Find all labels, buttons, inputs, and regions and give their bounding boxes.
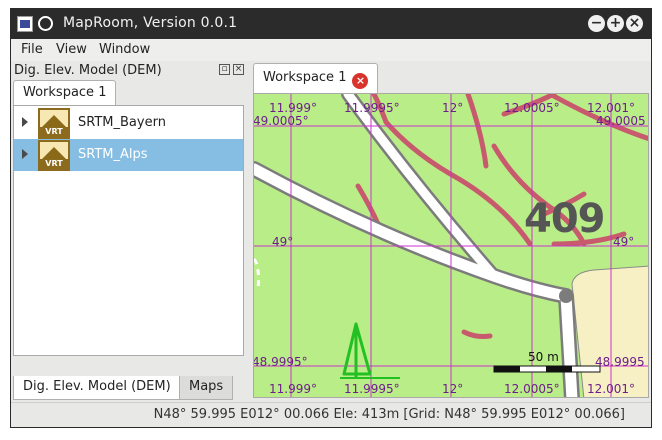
grid-label-right-lat: 49° [613,235,635,249]
window-menu-icon[interactable] [38,16,53,31]
close-window-button[interactable]: × [626,15,643,32]
scale-bar-label: 50 m [528,350,559,364]
layer-tree: VRT SRTM_Bayern VRT SRTM_Alps [13,105,244,356]
grid-label-left-lat: 48.9995° [253,355,308,369]
grid-label-right-lat: 49.0005 [596,114,646,128]
grid-label-bottom-lon: 12° [442,382,464,396]
layer-row-srtm-bayern[interactable]: VRT SRTM_Bayern [14,107,243,139]
dock-float-icon[interactable]: ▫ [219,64,230,75]
grid-label-top-lon: 11.9995° [344,101,400,115]
minimize-button[interactable]: − [588,15,605,32]
close-tab-icon[interactable]: × [352,73,369,89]
map-graphics [254,94,648,397]
layer-row-srtm-alps[interactable]: VRT SRTM_Alps [14,139,243,171]
grid-label-top-lon: 11.999° [269,101,317,115]
grid-label-bottom-lon: 12.0005° [504,382,560,396]
status-bar: N48° 59.995 E012° 00.066 Ele: 413m [Grid… [11,402,651,427]
app-icon [17,16,33,32]
grid-label-left-lat: 49° [272,235,294,249]
title-bar: MapRoom, Version 0.0.1 − + × [11,9,651,39]
menu-window[interactable]: Window [99,42,150,57]
bottom-tab-dem[interactable]: Dig. Elev. Model (DEM) [13,376,181,400]
vrt-layer-icon: VRT [38,140,70,171]
vrt-layer-icon: VRT [38,108,70,139]
elevation-label: 409 [524,196,605,242]
expand-arrow-icon[interactable] [22,117,28,127]
map-canvas[interactable]: 11.999° 11.9995° 12° 12.0005° 12.001° 49… [253,93,649,398]
tab-workspace-1[interactable]: Workspace 1 × [253,63,379,93]
layer-label: SRTM_Bayern [78,115,166,130]
grid-label-bottom-lon: 11.999° [269,382,317,396]
expand-arrow-icon[interactable] [22,149,28,159]
cursor-position-status: N48° 59.995 E012° 00.066 Ele: 413m [Grid… [153,407,625,422]
layers-tab-workspace-1[interactable]: Workspace 1 [13,80,117,106]
grid-label-left-lat: 49.0005° [253,114,309,128]
layer-label: SRTM_Alps [78,147,148,162]
grid-label-bottom-lon: 11.9995° [344,382,400,396]
app-window: MapRoom, Version 0.0.1 − + × File View W… [10,8,652,428]
grid-label-top-lon: 12° [442,101,464,115]
window-title: MapRoom, Version 0.0.1 [63,15,238,31]
dock-close-icon[interactable]: × [233,64,244,75]
menu-file[interactable]: File [21,42,43,57]
maximize-button[interactable]: + [607,15,624,32]
workspace-tab-label: Workspace 1 [263,70,347,85]
menu-bar: File View Window [11,39,651,61]
menu-view[interactable]: View [56,42,87,57]
bottom-tab-maps[interactable]: Maps [179,376,234,400]
grid-label-top-lon: 12.0005° [504,101,560,115]
dock-title: Dig. Elev. Model (DEM) [14,63,162,78]
grid-label-right-lat: 48.9995 [595,355,645,369]
grid-label-bottom-lon: 12.001° [587,382,635,396]
grid-label-top-lon: 12.001° [587,101,635,115]
